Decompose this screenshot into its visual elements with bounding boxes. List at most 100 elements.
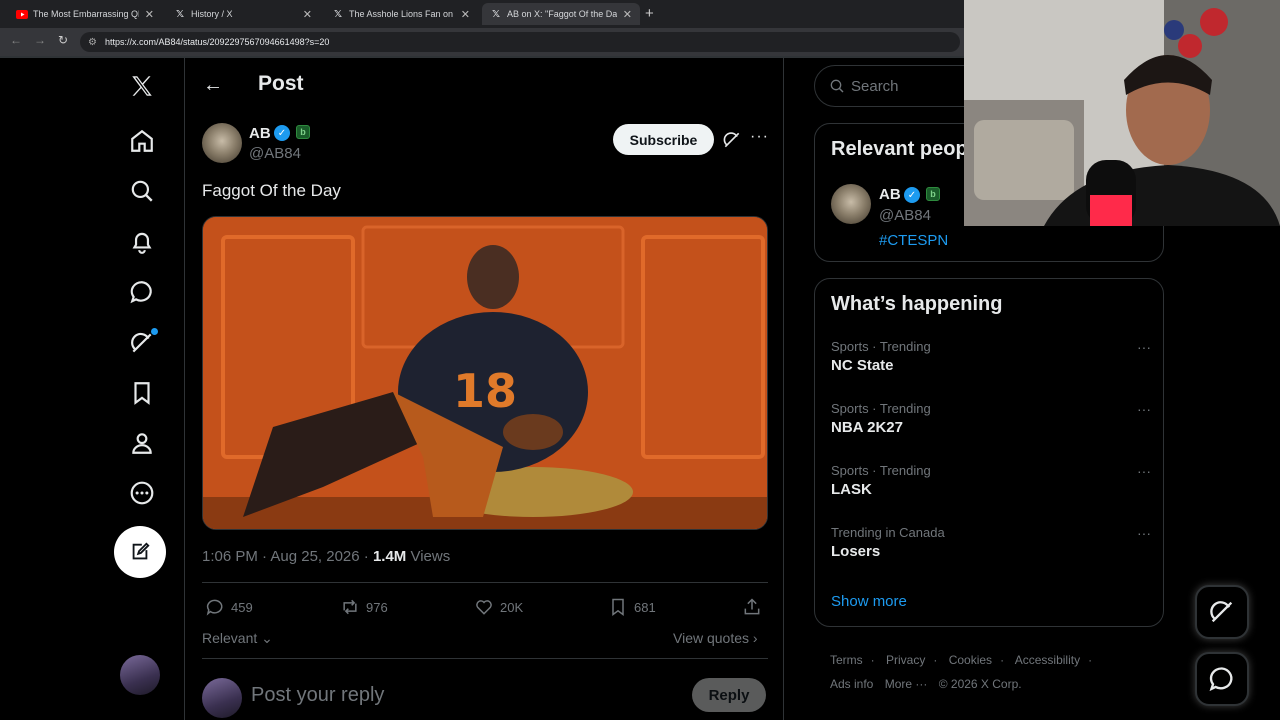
tab-label: The Asshole Lions Fan on X: "h <box>349 9 455 19</box>
footer-link[interactable]: Terms <box>830 653 863 667</box>
x-icon: 𝕏 <box>491 8 501 20</box>
trend-item[interactable]: Sports · Trending NC State ··· <box>831 339 1151 374</box>
like-button[interactable]: 20K <box>474 597 523 617</box>
trend-meta: Trending in Canada <box>831 525 945 540</box>
relevant-person-name[interactable]: AB <box>879 186 901 203</box>
more-options-icon[interactable] <box>128 479 156 507</box>
x-icon: 𝕏 <box>333 8 343 20</box>
explore-icon[interactable] <box>128 177 156 205</box>
more-icon[interactable]: ··· <box>1137 463 1151 479</box>
divider <box>202 582 768 583</box>
reply-input[interactable]: Post your reply <box>251 684 384 707</box>
author-handle[interactable]: @AB84 <box>249 145 301 162</box>
trend-name: NC State <box>831 357 894 374</box>
footer-link[interactable]: Accessibility <box>1015 653 1080 667</box>
verified-badge-icon: ✓ <box>904 187 920 203</box>
affiliate-badge-icon[interactable]: b <box>926 187 940 201</box>
post-image[interactable]: 18 <box>202 216 768 530</box>
close-icon[interactable]: ✕ <box>461 8 470 21</box>
back-arrow-icon[interactable]: ← <box>203 74 223 97</box>
view-quotes-link[interactable]: View quotes › <box>673 630 758 646</box>
subscribe-button[interactable]: Subscribe <box>613 124 714 155</box>
compose-icon <box>132 542 150 560</box>
forward-icon[interactable]: → <box>34 33 46 47</box>
x-icon: 𝕏 <box>175 8 185 20</box>
page-title: Post <box>258 72 304 95</box>
search-icon <box>830 79 844 93</box>
panel-title: What’s happening <box>831 293 1003 315</box>
view-quotes-label: View quotes <box>673 630 750 646</box>
new-tab-icon[interactable]: + <box>645 5 654 22</box>
x-logo-icon[interactable] <box>128 72 156 100</box>
chevron-down-icon: ⌄ <box>257 630 273 646</box>
reply-submit-button[interactable]: Reply <box>692 678 766 712</box>
browser-tab[interactable]: 𝕏 History / X ✕ <box>166 3 320 25</box>
notifications-icon[interactable] <box>128 228 156 256</box>
chevron-right-icon: › <box>749 630 758 646</box>
repost-button[interactable]: 976 <box>340 597 388 617</box>
footer-link[interactable]: Cookies <box>949 653 992 667</box>
footer-link[interactable]: Ads info <box>830 677 873 691</box>
footer-link[interactable]: More ··· <box>885 677 928 691</box>
more-icon[interactable]: ··· <box>1137 401 1151 417</box>
share-icon <box>744 598 760 615</box>
repost-count: 976 <box>366 599 388 615</box>
svg-text:18: 18 <box>453 364 517 418</box>
trend-item[interactable]: Trending in Canada Losers ··· <box>831 525 1151 560</box>
affiliate-badge-icon[interactable]: b <box>296 125 310 139</box>
relevant-person-bio-hashtag[interactable]: #CTESPN <box>879 232 948 249</box>
account-avatar[interactable] <box>120 655 160 695</box>
compose-post-button[interactable] <box>114 526 166 578</box>
bookmarks-icon[interactable] <box>128 379 156 407</box>
post-image-illustration: 18 <box>203 217 767 529</box>
trend-name: NBA 2K27 <box>831 419 903 436</box>
verified-badge-icon: ✓ <box>274 125 290 141</box>
sort-label: Relevant <box>202 630 258 646</box>
grok-floating-button[interactable] <box>1195 585 1249 639</box>
messages-floating-button[interactable] <box>1195 652 1249 706</box>
messages-icon[interactable] <box>128 278 156 306</box>
show-more-link[interactable]: Show more <box>831 593 907 610</box>
reload-icon[interactable]: ↻ <box>58 33 68 47</box>
bookmark-count: 681 <box>634 599 656 615</box>
author-name[interactable]: AB <box>249 125 271 142</box>
repost-icon <box>343 599 357 615</box>
reply-avatar <box>202 678 242 718</box>
more-icon[interactable]: ··· <box>750 128 769 146</box>
close-icon[interactable]: ✕ <box>623 8 632 21</box>
close-icon[interactable]: ✕ <box>303 8 312 21</box>
relevant-person-avatar[interactable] <box>831 184 871 224</box>
browser-tab[interactable]: The Most Embarrassing QB Situ ✕ <box>8 3 162 25</box>
author-avatar[interactable] <box>202 123 242 163</box>
heart-icon <box>476 600 492 615</box>
reply-sort-dropdown[interactable]: Relevant ⌄ <box>202 630 273 647</box>
grok-icon <box>1210 601 1233 623</box>
post-timestamp[interactable]: 1:06 PM · Aug 25, 2026 · <box>202 548 373 565</box>
trend-name: Losers <box>831 543 881 560</box>
browser-tab[interactable]: 𝕏 The Asshole Lions Fan on X: "h ✕ <box>324 3 478 25</box>
profile-icon[interactable] <box>128 429 156 457</box>
back-icon[interactable]: ← <box>10 33 22 47</box>
trend-item[interactable]: Sports · Trending NBA 2K27 ··· <box>831 401 1151 436</box>
footer-link[interactable]: Privacy <box>886 653 925 667</box>
footer-links: Terms · Privacy · Cookies · Accessibility · … <box>830 653 1093 691</box>
site-info-icon[interactable]: ⚙ <box>88 37 97 48</box>
youtube-icon <box>16 8 28 20</box>
more-icon[interactable]: ··· <box>1137 339 1151 355</box>
grok-icon[interactable] <box>722 130 742 150</box>
browser-tab-active[interactable]: 𝕏 AB on X: "Faggot Of the Day ht ✕ <box>482 3 640 25</box>
webcam-image <box>964 0 1280 226</box>
whats-happening-panel: What’s happening Sports · Trending NC St… <box>814 278 1164 627</box>
trend-item[interactable]: Sports · Trending LASK ··· <box>831 463 1151 498</box>
tab-label: AB on X: "Faggot Of the Day ht <box>507 9 617 19</box>
home-icon[interactable] <box>128 127 156 155</box>
copyright: © 2026 X Corp. <box>938 677 1022 691</box>
reply-button[interactable]: 459 <box>205 597 253 617</box>
more-icon[interactable]: ··· <box>1137 525 1151 541</box>
close-icon[interactable]: ✕ <box>145 8 154 21</box>
relevant-person-handle[interactable]: @AB84 <box>879 207 931 224</box>
reply-icon <box>206 599 223 616</box>
bookmark-button[interactable]: 681 <box>608 597 656 617</box>
share-button[interactable] <box>742 597 768 617</box>
url-input[interactable]: ⚙ https://x.com/AB84/status/209229756709… <box>80 32 960 52</box>
